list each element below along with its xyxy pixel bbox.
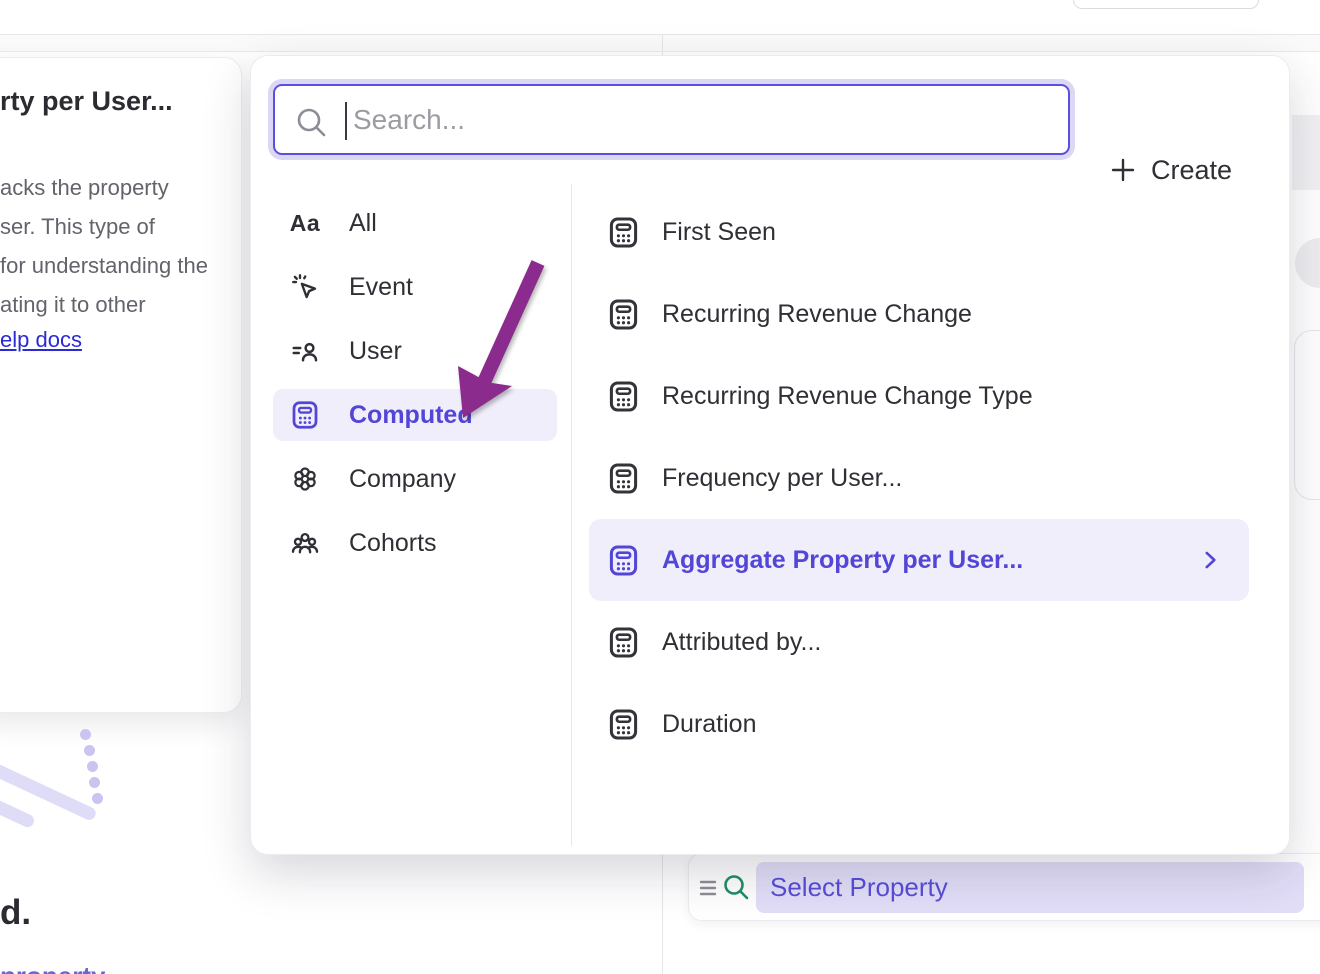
top-toolbar-band bbox=[0, 35, 1320, 51]
search-field[interactable] bbox=[273, 84, 1070, 155]
property-item-label: First Seen bbox=[662, 218, 776, 247]
calculator-icon bbox=[289, 400, 321, 430]
tooltip-line: ating it to other bbox=[0, 285, 208, 324]
cursor-click-icon bbox=[289, 272, 321, 302]
category-cohorts[interactable]: Cohorts bbox=[273, 517, 557, 569]
decorative-dot bbox=[80, 729, 91, 740]
calculator-icon bbox=[606, 462, 640, 495]
property-item-label: Recurring Revenue Change bbox=[662, 300, 972, 329]
property-tooltip-panel bbox=[0, 57, 242, 713]
category-label: User bbox=[349, 337, 402, 366]
property-item-label: Recurring Revenue Change Type bbox=[662, 382, 1033, 411]
tooltip-title: rty per User... bbox=[0, 86, 173, 117]
tooltip-description: acks the property ser. This type of for … bbox=[0, 168, 208, 324]
property-item-recurring-revenue-change[interactable]: Recurring Revenue Change bbox=[589, 273, 1249, 355]
calculator-icon bbox=[606, 216, 640, 249]
search-input[interactable] bbox=[275, 86, 1068, 153]
property-item-aggregate-property-per-user[interactable]: Aggregate Property per User... bbox=[589, 519, 1249, 601]
create-label: Create bbox=[1151, 155, 1232, 186]
partial-top-button[interactable] bbox=[1073, 0, 1259, 9]
annotation-arrow bbox=[420, 240, 580, 460]
background-right-card-edge bbox=[1294, 330, 1320, 500]
background-right-pill bbox=[1295, 238, 1320, 288]
calculator-icon bbox=[606, 380, 640, 413]
tooltip-line: acks the property bbox=[0, 168, 208, 207]
property-item-list: First Seen Recurring Revenue Change Recu… bbox=[589, 191, 1249, 765]
calculator-icon bbox=[606, 626, 640, 659]
calculator-icon bbox=[606, 298, 640, 331]
text-aa-icon: Aa bbox=[289, 210, 321, 237]
chevron-right-icon bbox=[1197, 547, 1223, 573]
property-item-label: Duration bbox=[662, 710, 757, 739]
decorative-dot bbox=[92, 793, 103, 804]
background-link-fragment[interactable]: property bbox=[0, 961, 105, 974]
property-item-first-seen[interactable]: First Seen bbox=[589, 191, 1249, 273]
decorative-dot bbox=[84, 745, 95, 756]
category-label: Cohorts bbox=[349, 529, 437, 558]
background-right-band bbox=[1292, 115, 1320, 190]
property-item-attributed-by[interactable]: Attributed by... bbox=[589, 601, 1249, 683]
category-label: Company bbox=[349, 465, 456, 494]
select-property-button[interactable]: Select Property bbox=[756, 862, 1304, 913]
user-list-icon bbox=[289, 336, 321, 366]
help-docs-link[interactable]: elp docs bbox=[0, 327, 82, 353]
drag-handle-icon[interactable] bbox=[697, 872, 719, 904]
background-heading-fragment: d. bbox=[0, 893, 31, 933]
property-item-label: Frequency per User... bbox=[662, 464, 902, 493]
property-item-label: Aggregate Property per User... bbox=[662, 546, 1023, 575]
category-label: All bbox=[349, 209, 377, 238]
search-icon bbox=[721, 871, 751, 903]
select-property-label: Select Property bbox=[770, 872, 948, 903]
select-property-card: Select Property bbox=[688, 853, 1320, 921]
category-company[interactable]: Company bbox=[273, 453, 557, 505]
decorative-dot bbox=[89, 777, 100, 788]
calculator-icon bbox=[606, 544, 640, 577]
company-icon bbox=[289, 464, 321, 494]
property-item-label: Attributed by... bbox=[662, 628, 821, 657]
top-divider-line-2 bbox=[0, 51, 1320, 52]
tooltip-line: ser. This type of bbox=[0, 207, 208, 246]
plus-icon bbox=[1109, 156, 1137, 184]
cohorts-icon bbox=[289, 528, 321, 558]
property-item-duration[interactable]: Duration bbox=[589, 683, 1249, 765]
property-item-recurring-revenue-change-type[interactable]: Recurring Revenue Change Type bbox=[589, 355, 1249, 437]
category-label: Event bbox=[349, 273, 413, 302]
property-selector-modal: Create Aa All Event bbox=[250, 55, 1290, 855]
create-button[interactable]: Create bbox=[1109, 142, 1232, 198]
property-item-frequency-per-user[interactable]: Frequency per User... bbox=[589, 437, 1249, 519]
tooltip-line: for understanding the bbox=[0, 246, 208, 285]
calculator-icon bbox=[606, 708, 640, 741]
decorative-dot bbox=[87, 761, 98, 772]
search-field-halo bbox=[268, 79, 1075, 160]
